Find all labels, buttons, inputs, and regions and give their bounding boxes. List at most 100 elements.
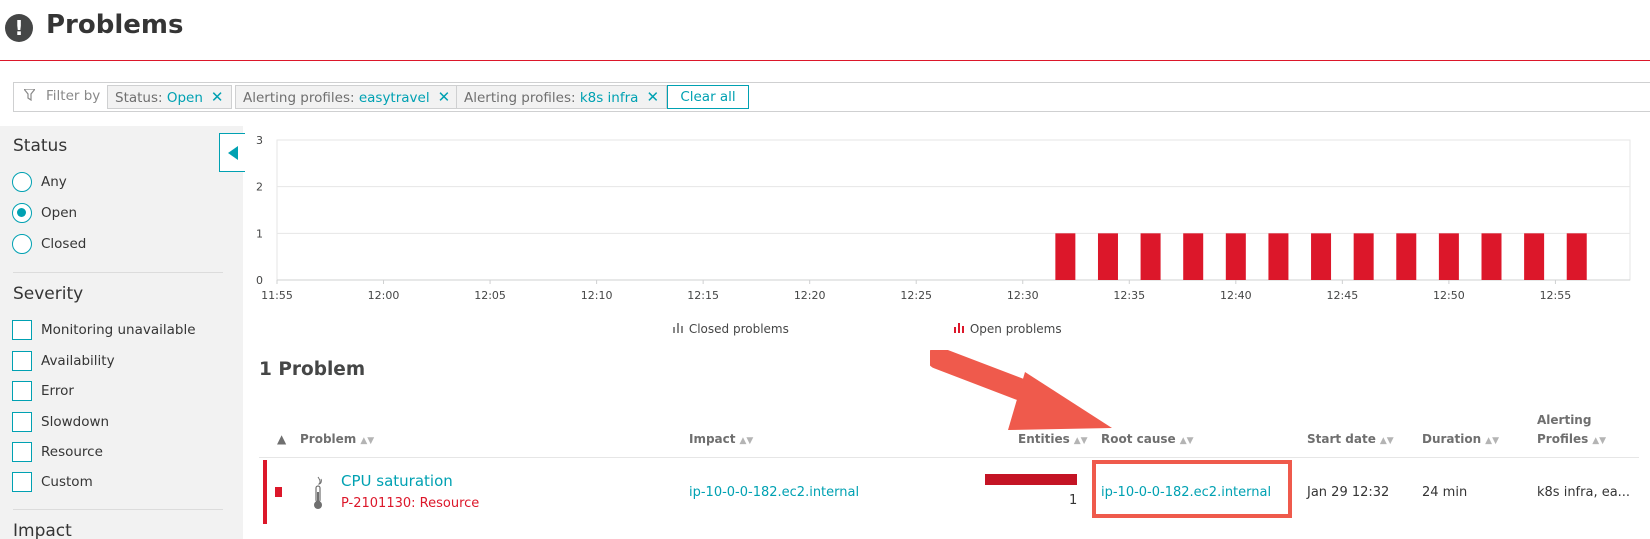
remove-chip-icon[interactable]: ✕ (211, 88, 224, 106)
open-problem-bar (1183, 233, 1204, 280)
chip-key: Alerting profiles: (464, 90, 580, 106)
remove-chip-icon[interactable]: ✕ (646, 88, 659, 106)
x-tick-label: 12:35 (1113, 289, 1145, 302)
start-date: Jan 29 12:32 (1307, 485, 1390, 500)
problems-count-heading: 1 Problem (259, 359, 366, 380)
legend-closed-problems[interactable]: Closed problems (673, 322, 789, 336)
column-header-profiles[interactable]: Profiles ▲▼ (1537, 432, 1606, 446)
x-tick-label: 12:10 (581, 289, 613, 302)
x-tick-label: 12:20 (794, 289, 826, 302)
status-section-title: Status (13, 136, 68, 156)
x-tick-label: 12:00 (368, 289, 400, 302)
alerting-profiles: k8s infra, ea... (1537, 485, 1631, 500)
option-label: Monitoring unavailable (41, 322, 196, 338)
chip-value: Open (166, 90, 203, 106)
radio-button[interactable] (12, 172, 32, 192)
impact-section-title: Impact (13, 521, 72, 539)
y-tick-label: 1 (256, 227, 263, 240)
option-label: Error (41, 383, 74, 399)
column-header-impact[interactable]: Impact ▲▼ (689, 432, 753, 446)
entities-bar (985, 474, 1077, 485)
x-tick-label: 11:55 (261, 289, 293, 302)
clear-all-button[interactable]: Clear all (667, 85, 749, 109)
severity-indicator-bar (263, 460, 267, 524)
open-problem-bar (1225, 233, 1246, 280)
divider (13, 272, 223, 273)
x-tick-label: 12:50 (1433, 289, 1465, 302)
y-tick-label: 3 (256, 134, 263, 147)
chart-svg: 0 1 2 3 11:55 12:00 12:05 12:10 12:15 12:20 12:25 1… (256, 134, 1631, 302)
chip-value: k8s infra (579, 90, 639, 106)
chip-key: Alerting profiles: (243, 90, 359, 106)
x-tick-label: 12:45 (1327, 289, 1359, 302)
open-problem-bar (1481, 233, 1502, 280)
open-problem-bar (1396, 233, 1417, 280)
filter-icon (22, 88, 37, 104)
filter-label: Filter by (46, 88, 101, 104)
option-label: Any (41, 174, 67, 190)
thermometer-icon (314, 476, 322, 509)
open-problem-bar (1140, 233, 1161, 280)
checkbox[interactable] (12, 412, 32, 432)
bar-chart-icon (954, 323, 964, 333)
legend-open-problems[interactable]: Open problems (954, 322, 1062, 336)
checkbox[interactable] (12, 472, 32, 492)
alert-circle-icon: ! (5, 14, 33, 42)
checkbox[interactable] (12, 442, 32, 462)
impact-entity-link[interactable]: ip-10-0-0-182.ec2.internal (689, 485, 859, 500)
root-cause-highlight-box (1092, 460, 1292, 518)
column-header-alerting[interactable]: Alerting (1537, 413, 1591, 427)
filter-chip-alerting-easytravel[interactable]: Alerting profiles: easytravel ✕ (235, 85, 459, 109)
radio-button[interactable] (12, 234, 32, 254)
column-header-problem[interactable]: Problem ▲▼ (300, 432, 374, 446)
checkbox[interactable] (12, 320, 32, 340)
severity-section-title: Severity (13, 284, 84, 304)
open-status-marker (275, 487, 282, 497)
open-problem-bar (1097, 233, 1118, 280)
legend-label: Open problems (969, 322, 1062, 336)
x-tick-label: 12:05 (474, 289, 506, 302)
radio-button[interactable] (12, 203, 32, 223)
x-tick-label: 12:40 (1220, 289, 1252, 302)
sort-toggle-icon[interactable]: ▲ (277, 432, 286, 446)
filter-chip-alerting-k8s[interactable]: Alerting profiles: k8s infra ✕ (456, 85, 668, 109)
option-label: Availability (41, 353, 115, 369)
page-header: ! Problems (0, 0, 1650, 61)
problems-chart: 0 1 2 3 11:55 12:00 12:05 12:10 12:15 12:20 12:25 1… (243, 126, 1650, 336)
option-label: Custom (41, 474, 93, 490)
table-divider (259, 457, 1639, 458)
annotation-arrow-icon (930, 350, 1112, 430)
page-title: Problems (46, 10, 184, 40)
problem-id: P-2101130: Resource (341, 496, 480, 511)
open-problem-bar (1438, 233, 1459, 280)
legend-label: Closed problems (688, 322, 789, 336)
divider (13, 509, 223, 510)
filter-sidebar: Status Any Open Closed Severity Monitori… (0, 126, 243, 539)
collapse-sidebar-button[interactable] (219, 133, 245, 172)
open-problem-bar (1055, 233, 1076, 280)
column-header-duration[interactable]: Duration ▲▼ (1422, 432, 1499, 446)
open-problem-bar (1311, 233, 1332, 280)
open-problem-bar (1524, 233, 1545, 280)
checkbox[interactable] (12, 381, 32, 401)
y-tick-label: 0 (256, 274, 263, 287)
x-tick-label: 12:55 (1540, 289, 1572, 302)
chip-value: easytravel (358, 90, 430, 106)
remove-chip-icon[interactable]: ✕ (438, 88, 451, 106)
x-tick-label: 12:30 (1007, 289, 1039, 302)
option-label: Open (41, 205, 78, 221)
entities-count: 1 (1069, 493, 1078, 508)
duration: 24 min (1422, 485, 1468, 500)
option-label: Closed (41, 236, 87, 252)
x-tick-label: 12:25 (900, 289, 932, 302)
x-tick-label: 12:15 (687, 289, 719, 302)
open-problem-bar (1268, 233, 1289, 280)
problem-title-link[interactable]: CPU saturation (341, 472, 453, 490)
filter-bar[interactable]: Filter by Status: Open ✕ Alerting profile… (13, 82, 1650, 112)
column-header-start-date[interactable]: Start date ▲▼ (1307, 432, 1394, 446)
open-problem-bar (1566, 233, 1587, 280)
checkbox[interactable] (12, 351, 32, 371)
open-problem-bar (1353, 233, 1374, 280)
filter-chip-status[interactable]: Status: Open ✕ (107, 85, 232, 109)
option-label: Resource (41, 444, 103, 460)
